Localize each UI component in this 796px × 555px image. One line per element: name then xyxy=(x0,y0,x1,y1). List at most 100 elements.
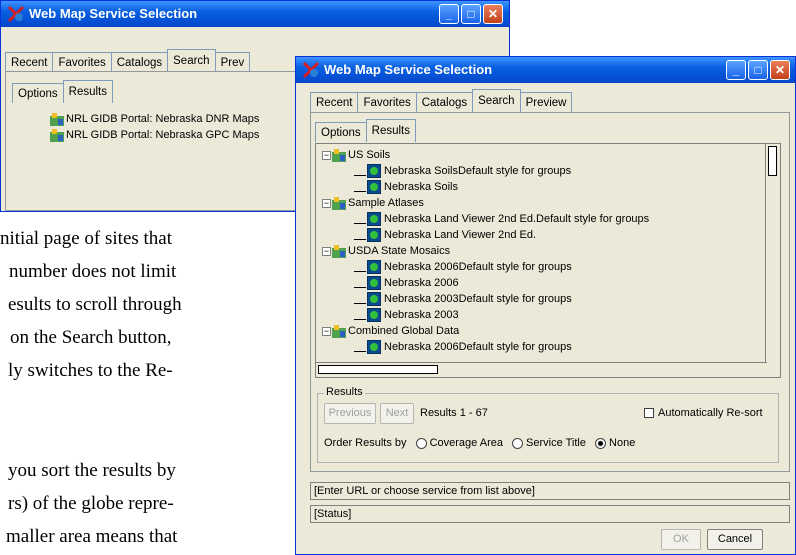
service-group-icon xyxy=(332,244,346,258)
tree-branch-line xyxy=(354,183,366,192)
auto-resort-option[interactable]: Automatically Re-sort xyxy=(644,407,763,419)
close-button[interactable]: ✕ xyxy=(483,4,503,24)
tab-recent[interactable]: Recent xyxy=(310,92,359,112)
back-window-title: Web Map Service Selection xyxy=(29,6,198,21)
front-tab-panel: Options Results − US Soils Nebraska SoilsD… xyxy=(310,112,790,472)
tab-catalogs[interactable]: Catalogs xyxy=(110,52,169,72)
result-label: NRL GIDB Portal: Nebraska GPC Maps xyxy=(66,129,260,141)
tab-results[interactable]: Results xyxy=(365,119,416,142)
vertical-scrollbar[interactable] xyxy=(765,144,780,364)
order-row: Order Results by Coverage Area Service T… xyxy=(324,437,635,449)
collapse-icon[interactable]: − xyxy=(322,150,331,160)
url-field[interactable]: [Enter URL or choose service from list a… xyxy=(310,482,790,500)
next-button[interactable]: Next xyxy=(380,403,414,424)
tab-favorites[interactable]: Favorites xyxy=(52,52,112,72)
tab-results[interactable]: Results xyxy=(62,80,113,103)
option-label: None xyxy=(609,437,636,449)
tree-label: Nebraska 2006Default style for groups xyxy=(384,261,572,273)
radio-icon[interactable] xyxy=(512,437,524,449)
tree-layer-row[interactable]: Nebraska 2006Default style for groups xyxy=(354,340,572,355)
tree-layer-row[interactable]: Nebraska 2003 xyxy=(354,308,459,323)
collapse-icon[interactable]: − xyxy=(322,326,331,336)
cancel-button[interactable]: Cancel xyxy=(707,529,763,550)
status-field: [Status] xyxy=(310,505,790,523)
order-none-option[interactable]: None xyxy=(589,437,635,449)
order-coverage-option[interactable]: Coverage Area xyxy=(410,437,503,449)
tree-layer-row[interactable]: Nebraska Land Viewer 2nd Ed.Default styl… xyxy=(354,212,649,227)
hscroll-thumb[interactable] xyxy=(318,365,438,374)
tab-preview[interactable]: Prev xyxy=(214,52,251,72)
list-item[interactable]: NRL GIDB Portal: Nebraska GPC Maps xyxy=(50,128,259,143)
auto-resort-checkbox[interactable] xyxy=(644,408,654,419)
tree-group-row[interactable]: − Combined Global Data xyxy=(322,324,459,339)
back-main-tabs: Recent Favorites Catalogs Search Prev xyxy=(5,49,251,72)
wms-app-icon xyxy=(7,5,25,23)
tree-label: Nebraska 2006 xyxy=(384,277,459,289)
minimize-button[interactable]: _ xyxy=(439,4,459,24)
tab-search[interactable]: Search xyxy=(167,49,216,72)
maximize-button[interactable]: □ xyxy=(748,60,768,80)
tab-catalogs[interactable]: Catalogs xyxy=(415,92,474,112)
tab-options[interactable]: Options xyxy=(12,83,64,103)
tree-branch-line xyxy=(354,231,366,240)
minimize-button[interactable]: _ xyxy=(726,60,746,80)
back-sub-tabs: Options Results xyxy=(12,80,113,103)
tree-label: Nebraska Land Viewer 2nd Ed.Default styl… xyxy=(384,213,650,225)
front-window-titlebar[interactable]: Web Map Service Selection _ □ ✕ xyxy=(296,57,795,83)
map-layer-icon xyxy=(367,292,381,307)
tree-group-row[interactable]: − USDA State Mosaics xyxy=(322,244,450,259)
doc-line: esults to scroll through xyxy=(8,294,182,315)
tab-favorites[interactable]: Favorites xyxy=(357,92,417,112)
map-layer-icon xyxy=(367,308,381,323)
tree-branch-line xyxy=(354,311,366,320)
tree-branch-line xyxy=(354,263,366,272)
radio-selected-icon[interactable] xyxy=(595,437,607,449)
front-window[interactable]: Web Map Service Selection _ □ ✕ Recent F… xyxy=(295,56,796,555)
results-legend: Results xyxy=(324,386,365,398)
tree-layer-row[interactable]: Nebraska 2006Default style for groups xyxy=(354,260,572,275)
tab-preview[interactable]: Preview xyxy=(519,92,573,112)
service-group-icon xyxy=(332,196,346,210)
tree-branch-line xyxy=(354,279,366,288)
radio-icon[interactable] xyxy=(415,437,427,449)
collapse-icon[interactable]: − xyxy=(322,198,331,208)
collapse-icon[interactable]: − xyxy=(322,246,331,256)
tree-branch-line xyxy=(354,167,366,176)
wms-app-icon xyxy=(302,61,320,79)
tree-label: Nebraska 2006Default style for groups xyxy=(384,341,572,353)
results-tree[interactable]: − US Soils Nebraska SoilsDefault style for… xyxy=(315,143,781,378)
maximize-button[interactable]: □ xyxy=(461,4,481,24)
list-item[interactable]: NRL GIDB Portal: Nebraska DNR Maps xyxy=(50,112,259,127)
tab-recent[interactable]: Recent xyxy=(5,52,54,72)
map-layer-icon xyxy=(367,212,381,227)
ok-button[interactable]: OK xyxy=(661,529,701,550)
tree-label: US Soils xyxy=(348,149,391,161)
back-window-titlebar[interactable]: Web Map Service Selection _ □ ✕ xyxy=(1,1,509,27)
tree-group-row[interactable]: − Sample Atlases xyxy=(322,196,424,211)
horizontal-scrollbar[interactable] xyxy=(316,362,767,377)
tree-group-row[interactable]: − US Soils xyxy=(322,148,390,163)
doc-line: rs) of the globe repre- xyxy=(8,493,174,514)
previous-button[interactable]: Previous xyxy=(324,403,376,424)
tree-branch-line xyxy=(354,343,366,352)
doc-line: maller area means that xyxy=(6,526,178,547)
tree-label: Nebraska Soils xyxy=(384,181,458,193)
tab-search[interactable]: Search xyxy=(472,89,521,112)
doc-line: ly switches to the Re- xyxy=(8,360,173,381)
tree-layer-row[interactable]: Nebraska 2006 xyxy=(354,276,459,291)
service-group-icon xyxy=(332,148,346,162)
tree-layer-row[interactable]: Nebraska SoilsDefault style for groups xyxy=(354,164,571,179)
tab-options[interactable]: Options xyxy=(315,122,367,142)
tree-layer-row[interactable]: Nebraska 2003Default style for groups xyxy=(354,292,572,307)
scroll-thumb[interactable] xyxy=(768,146,777,176)
auto-resort-label: Automatically Re-sort xyxy=(658,407,763,419)
map-layer-icon xyxy=(367,228,381,243)
tree-layer-row[interactable]: Nebraska Soils xyxy=(354,180,458,195)
order-title-option[interactable]: Service Title xyxy=(506,437,586,449)
close-button[interactable]: ✕ xyxy=(770,60,790,80)
doc-line: you sort the results by xyxy=(8,460,176,481)
option-label: Coverage Area xyxy=(429,437,503,449)
result-label: NRL GIDB Portal: Nebraska DNR Maps xyxy=(66,113,260,125)
tree-layer-row[interactable]: Nebraska Land Viewer 2nd Ed. xyxy=(354,228,536,243)
front-main-tabs: Recent Favorites Catalogs Search Preview xyxy=(310,89,573,112)
